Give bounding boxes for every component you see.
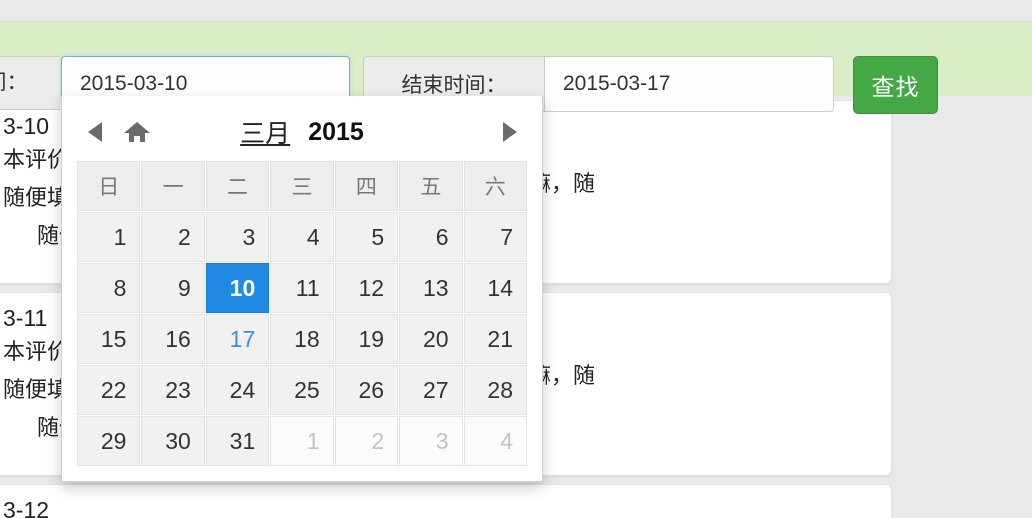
datepicker-day-cell[interactable]: 3 (399, 416, 463, 466)
datepicker-week-row: 22 23 24 25 26 27 28 (77, 365, 527, 415)
datepicker-day-cell[interactable]: 6 (399, 212, 463, 262)
datepicker-week-row: 8 9 10 11 12 13 14 (77, 263, 527, 313)
datepicker-header: 三月 2015 (76, 104, 528, 160)
datepicker-day-cell[interactable]: 27 (399, 365, 463, 415)
datepicker-days-body: 1 2 3 4 5 6 7 8 9 10 11 12 13 14 15 16 17 18 19 20 21 22 23 24 2… (77, 212, 527, 466)
datepicker-day-cell[interactable]: 31 (205, 416, 270, 466)
datepicker-year-label[interactable]: 2015 (308, 118, 364, 147)
datepicker-grid: 日 一 二 三 四 五 六 1 2 3 4 5 6 7 8 9 10 11 12 13 14 15 16 17 1… (76, 160, 528, 467)
datepicker-day-cell[interactable]: 15 (77, 314, 141, 364)
datepicker-week-row: 15 16 17 18 19 20 21 (77, 314, 527, 364)
datepicker-day-cell[interactable]: 8 (77, 263, 141, 313)
search-toolbar: 间： 结束时间： 查找 (0, 22, 1032, 114)
weekday-header: 一 (141, 161, 205, 211)
datepicker-day-cell[interactable]: 12 (334, 263, 399, 313)
datepicker-day-cell[interactable]: 30 (141, 416, 205, 466)
datepicker-day-cell[interactable]: 26 (334, 365, 399, 415)
datepicker-day-cell[interactable]: 3 (205, 212, 270, 262)
datepicker-day-cell[interactable]: 18 (270, 314, 334, 364)
datepicker-day-cell[interactable]: 10 (205, 263, 270, 313)
datepicker-weekday-row: 日 一 二 三 四 五 六 (77, 161, 527, 211)
datepicker-day-cell[interactable]: 11 (270, 263, 334, 313)
datepicker-day-cell[interactable]: 21 (463, 314, 527, 364)
weekday-header: 三 (270, 161, 334, 211)
datepicker-day-cell[interactable]: 9 (141, 263, 205, 313)
datepicker-day-cell[interactable]: 1 (77, 212, 141, 262)
result-card-inner: 3-12 (0, 485, 891, 518)
datepicker-day-cell[interactable]: 23 (141, 365, 205, 415)
weekday-header: 日 (77, 161, 141, 211)
datepicker-day-cell[interactable]: 20 (399, 314, 463, 364)
weekday-header: 二 (205, 161, 270, 211)
result-card-date: 3-12 (3, 497, 50, 518)
datepicker-day-cell[interactable]: 24 (205, 365, 270, 415)
triangle-right-icon[interactable] (490, 113, 528, 151)
datepicker-day-cell[interactable]: 17 (205, 314, 270, 364)
datepicker-day-cell[interactable]: 2 (334, 416, 399, 466)
datepicker-day-cell[interactable]: 22 (77, 365, 141, 415)
app-root: 3-10 本评价 随便填 随便 ，随便填填嘛，随便填填嘛，随 3-11 本评价 … (0, 0, 1032, 518)
datepicker-day-cell[interactable]: 7 (463, 212, 527, 262)
datepicker-weekday-head: 日 一 二 三 四 五 六 (77, 161, 527, 211)
datepicker-month-label[interactable]: 三月 (240, 114, 290, 150)
datepicker-day-cell[interactable]: 13 (399, 263, 463, 313)
datepicker-day-cell[interactable]: 5 (334, 212, 399, 262)
datepicker-popup[interactable]: 三月 2015 日 一 二 三 四 五 六 1 2 3 4 5 6 7 8 9 … (61, 96, 543, 482)
end-time-input[interactable] (545, 56, 834, 112)
datepicker-day-cell[interactable]: 19 (334, 314, 399, 364)
triangle-left-icon[interactable] (76, 113, 114, 151)
datepicker-day-cell[interactable]: 16 (141, 314, 205, 364)
page-top-strip (0, 0, 1032, 22)
datepicker-day-cell[interactable]: 4 (270, 212, 334, 262)
datepicker-day-cell[interactable]: 1 (270, 416, 334, 466)
datepicker-day-cell[interactable]: 28 (463, 365, 527, 415)
datepicker-day-cell[interactable]: 2 (141, 212, 205, 262)
datepicker-week-row: 1234567 (77, 212, 527, 262)
datepicker-day-cell[interactable]: 29 (77, 416, 141, 466)
weekday-header: 五 (399, 161, 463, 211)
datepicker-day-cell[interactable]: 25 (270, 365, 334, 415)
result-card[interactable]: 3-12 (0, 484, 892, 518)
search-toolbar-inner: 间： 结束时间： 查找 (0, 22, 1032, 114)
weekday-header: 四 (334, 161, 399, 211)
home-icon[interactable] (114, 113, 160, 151)
weekday-header: 六 (463, 161, 527, 211)
search-button[interactable]: 查找 (853, 56, 938, 114)
datepicker-day-cell[interactable]: 14 (463, 263, 527, 313)
datepicker-week-row: 29 30 31 1 2 3 4 (77, 416, 527, 466)
start-time-label: 间： (0, 56, 60, 110)
datepicker-day-cell[interactable]: 4 (463, 416, 527, 466)
